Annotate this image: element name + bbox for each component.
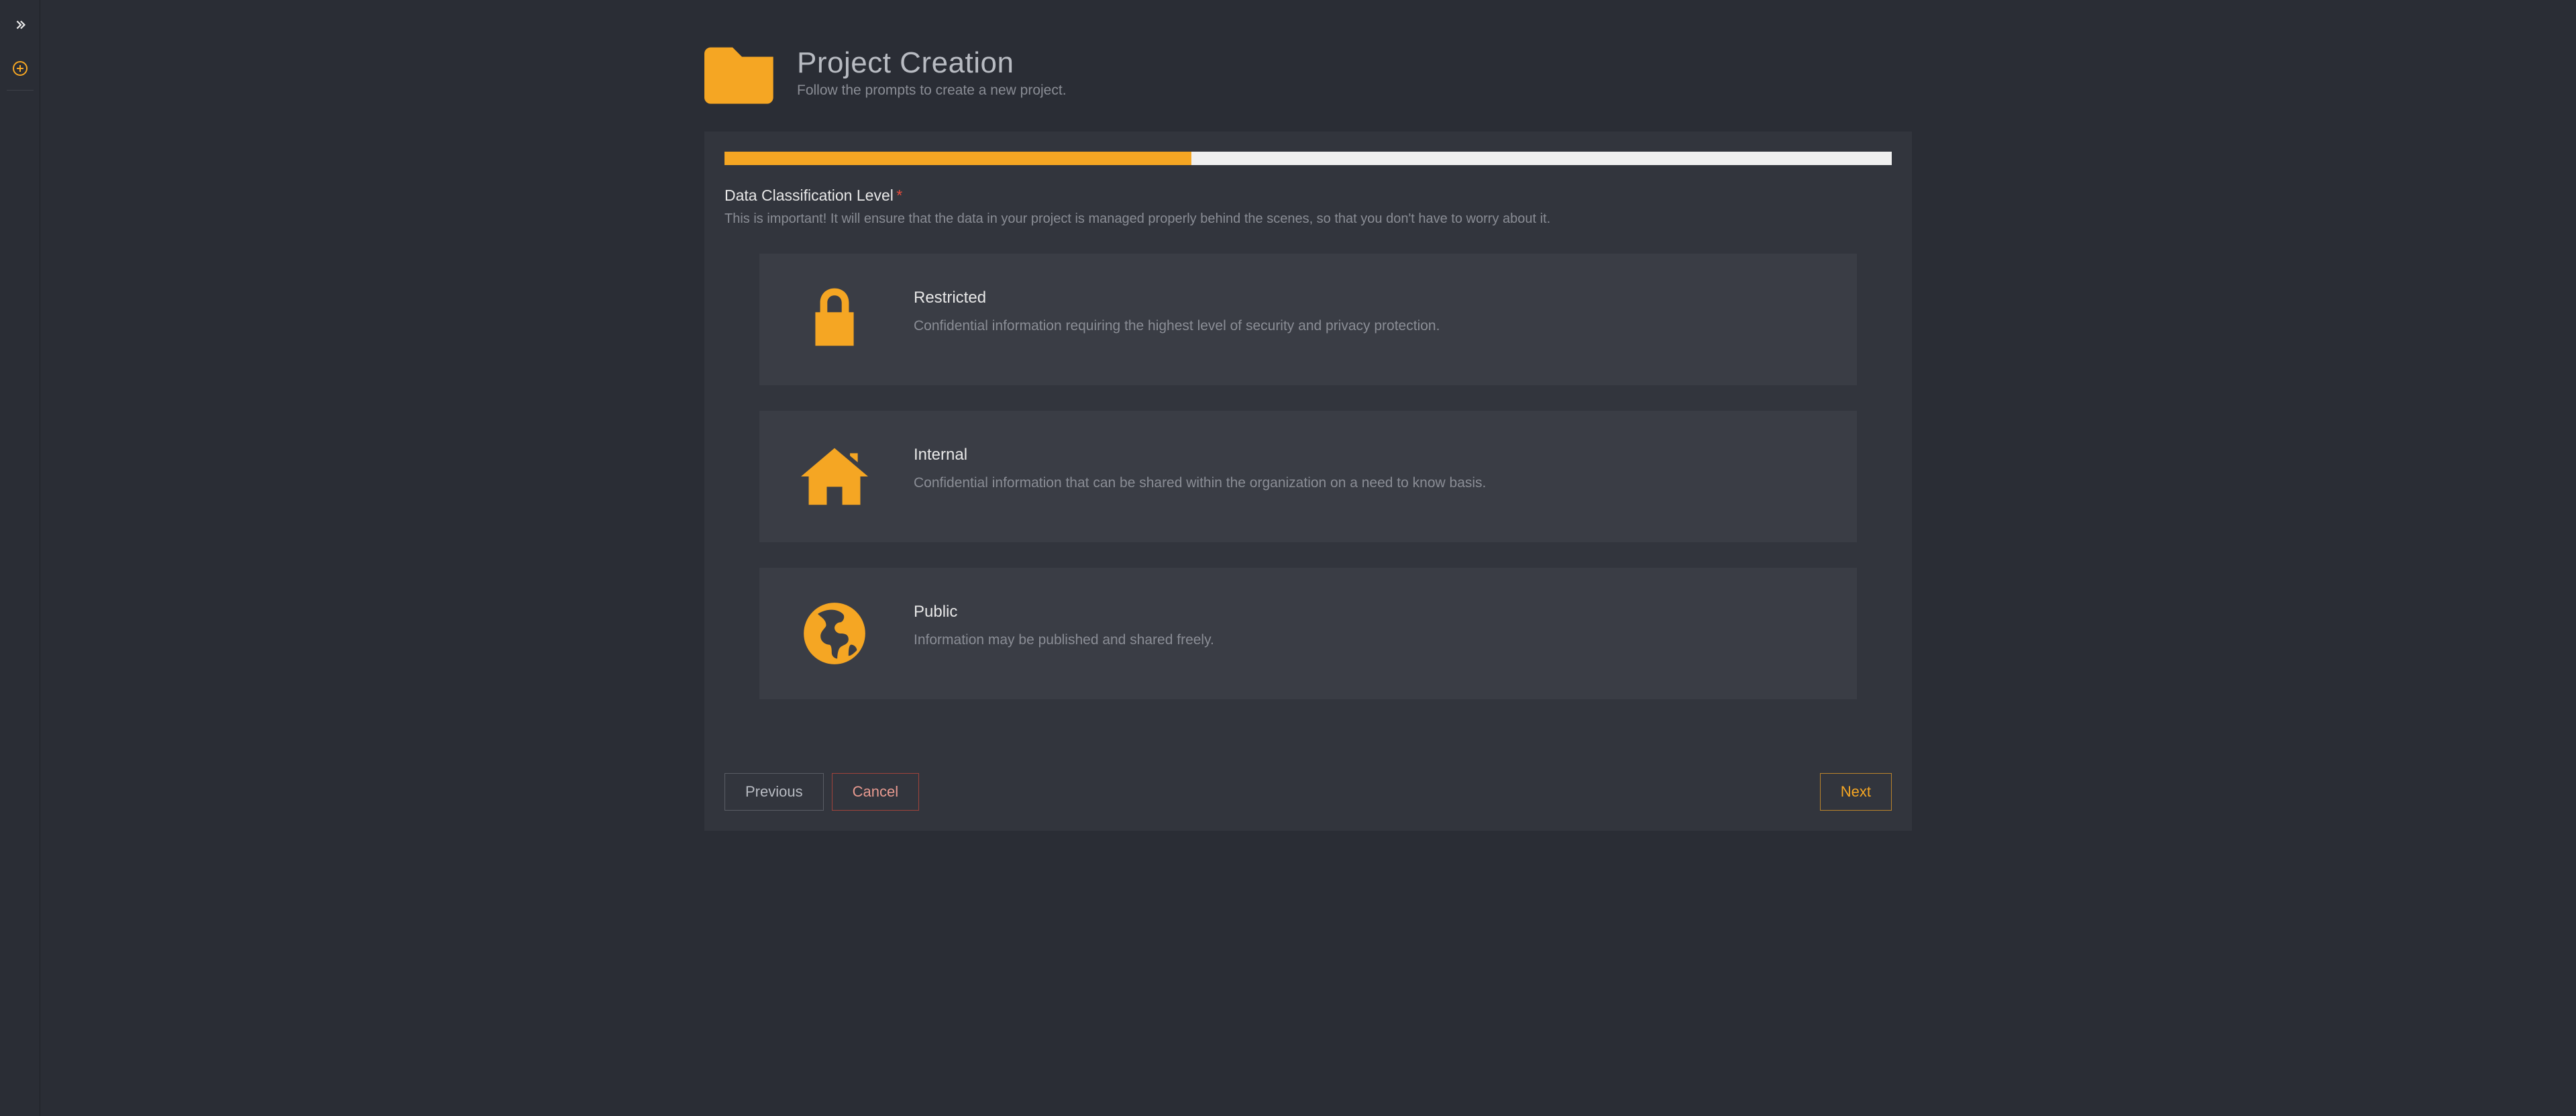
progress-bar: [724, 152, 1892, 165]
option-description: Confidential information that can be sha…: [914, 475, 1486, 491]
wizard-footer: Previous Cancel Next: [724, 773, 1892, 811]
option-description: Confidential information requiring the h…: [914, 318, 1440, 334]
main-area: Project Creation Follow the prompts to c…: [40, 0, 2576, 1116]
option-text: Internal Confidential information that c…: [914, 443, 1486, 491]
option-public[interactable]: Public Information may be published and …: [759, 568, 1857, 699]
option-text: Public Information may be published and …: [914, 600, 1214, 648]
previous-button[interactable]: Previous: [724, 773, 824, 811]
section-description: This is important! It will ensure that t…: [724, 211, 1892, 227]
option-restricted[interactable]: Restricted Confidential information requ…: [759, 254, 1857, 385]
footer-left: Previous Cancel: [724, 773, 919, 811]
wizard-panel: Data Classification Level * This is impo…: [704, 132, 1912, 831]
header-text: Project Creation Follow the prompts to c…: [797, 46, 1067, 99]
option-title: Internal: [914, 446, 1486, 464]
option-title: Public: [914, 603, 1214, 621]
option-internal[interactable]: Internal Confidential information that c…: [759, 411, 1857, 542]
sidebar-add-button[interactable]: [7, 51, 34, 91]
folder-icon: [704, 40, 780, 105]
option-text: Restricted Confidential information requ…: [914, 286, 1440, 334]
option-title: Restricted: [914, 289, 1440, 307]
option-description: Information may be published and shared …: [914, 632, 1214, 648]
footer-right: Next: [1820, 773, 1892, 811]
sidebar-expand-button[interactable]: [13, 11, 28, 51]
sidebar: [0, 0, 40, 1116]
page-header: Project Creation Follow the prompts to c…: [704, 40, 1912, 105]
lock-icon: [801, 286, 868, 353]
progress-fill: [724, 152, 1191, 165]
app-root: Project Creation Follow the prompts to c…: [0, 0, 2576, 1116]
plus-circle-icon: [12, 63, 28, 80]
content-wrapper: Project Creation Follow the prompts to c…: [704, 40, 1912, 831]
page-subtitle: Follow the prompts to create a new proje…: [797, 83, 1067, 99]
next-button[interactable]: Next: [1820, 773, 1892, 811]
section-header: Data Classification Level *: [724, 187, 1892, 205]
home-icon: [801, 443, 868, 510]
required-indicator: *: [896, 187, 902, 204]
section-title: Data Classification Level: [724, 187, 894, 204]
chevron-double-right-icon: [13, 19, 28, 36]
options-list: Restricted Confidential information requ…: [724, 254, 1892, 699]
cancel-button[interactable]: Cancel: [832, 773, 919, 811]
globe-icon: [801, 600, 868, 667]
page-title: Project Creation: [797, 46, 1067, 80]
